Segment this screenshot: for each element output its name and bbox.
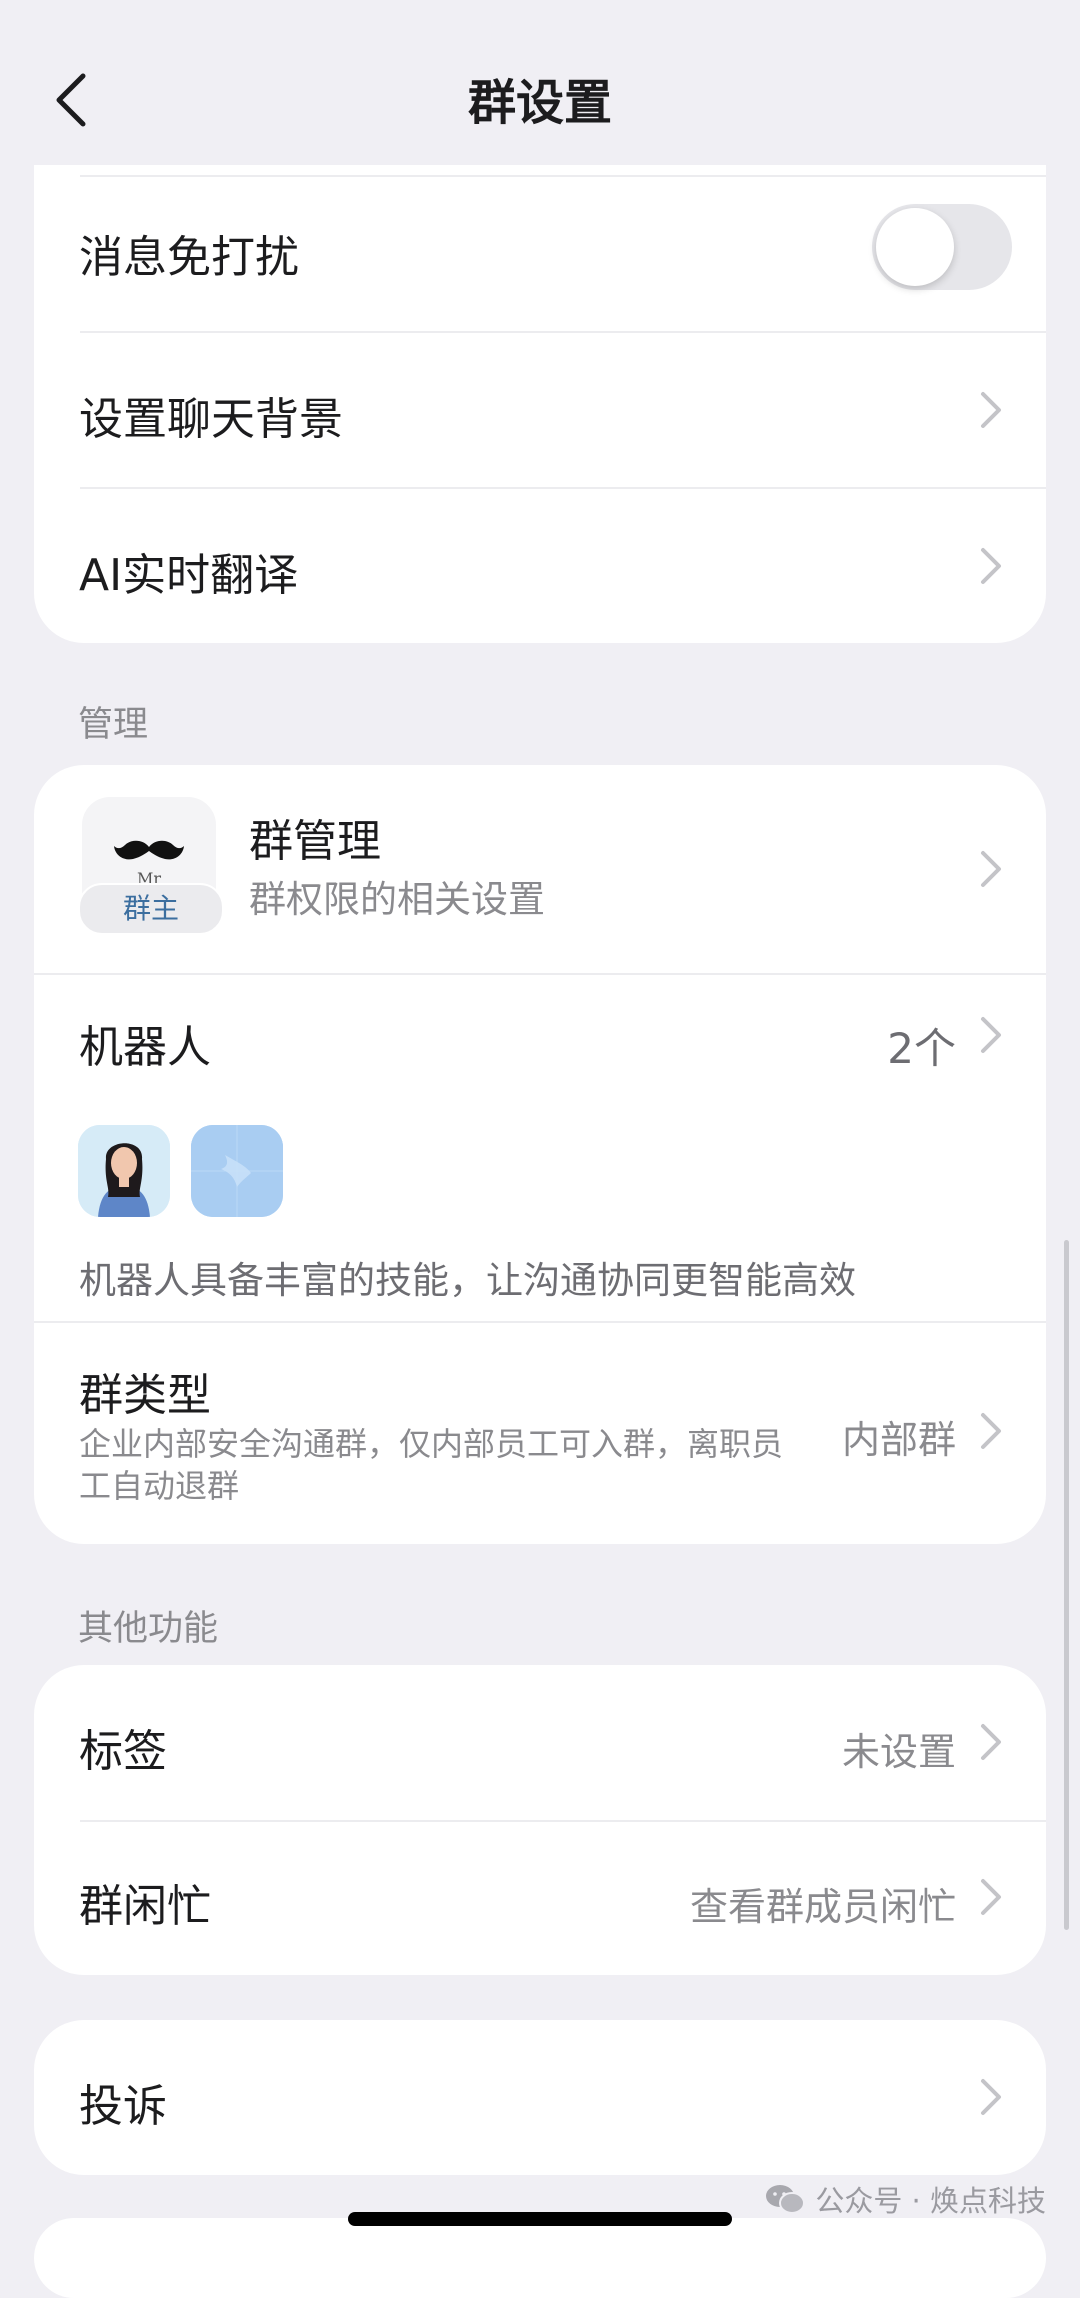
group-management-subtitle: 群权限的相关设置 [249,878,545,921]
chevron-right-icon [981,392,1001,428]
chevron-right-icon [981,1879,1001,1915]
page-title: 群设置 [467,75,612,131]
mustache-icon [114,840,184,860]
group-busy-label: 群闲忙 [79,1881,211,1932]
wechat-icon [766,2185,806,2214]
robots-label: 机器人 [79,1022,211,1073]
chevron-right-icon [981,548,1001,584]
scroll-indicator [1064,1240,1069,1930]
group-type-value: 内部群 [841,1418,956,1462]
group-type-row[interactable]: 群类型 企业内部安全沟通群，仅内部员工可入群，离职员工自动退群 内部群 [34,1323,1046,1544]
chat-background-label: 设置聊天背景 [79,394,343,445]
toggle-knob [876,208,954,286]
chevron-right-icon [981,1017,1001,1053]
robot-bird-avatar[interactable] [191,1125,283,1217]
report-row[interactable]: 投诉 [34,2020,1046,2175]
chevron-right-icon [981,2079,1001,2115]
chevron-right-icon [981,1724,1001,1760]
navigation-bar: 群设置 [0,0,1080,165]
report-card: 投诉 [34,2020,1046,2175]
chat-background-row[interactable]: 设置聊天背景 [34,333,1046,487]
chevron-right-icon [981,851,1001,887]
tags-label: 标签 [79,1726,167,1777]
mute-notifications-row: 消息免打扰 [34,177,1046,319]
watermark: 公众号 · 焕点科技 [765,2178,1046,2220]
other-section-title: 其他功能 [78,1609,219,1649]
chevron-right-icon [981,1413,1001,1449]
management-card: Mr 群主 群管理 群权限的相关设置 机器人 2个 机器人具备丰富的技能，让沟通… [34,765,1046,1544]
home-indicator[interactable] [348,2212,732,2226]
group-type-description: 企业内部安全沟通群，仅内部员工可入群，离职员工自动退群 [79,1425,784,1505]
mute-notifications-toggle[interactable] [872,204,1012,290]
ai-translate-label: AI实时翻译 [79,550,299,601]
owner-badge: 群主 [78,883,224,935]
other-features-card: 标签 未设置 群闲忙 查看群成员闲忙 [34,1665,1046,1975]
report-label: 投诉 [79,2081,167,2132]
robot-woman-image [78,1125,170,1217]
tags-value: 未设置 [841,1730,956,1774]
robot-woman-avatar[interactable] [78,1125,170,1217]
group-busy-row[interactable]: 群闲忙 查看群成员闲忙 [34,1822,1046,1975]
next-card-partial [34,2218,1046,2298]
group-type-label: 群类型 [79,1370,211,1421]
group-management-title: 群管理 [249,816,381,867]
management-section-title: 管理 [78,705,149,745]
tags-row[interactable]: 标签 未设置 [34,1665,1046,1820]
group-busy-value: 查看群成员闲忙 [689,1885,956,1929]
robots-count: 2个 [887,1024,956,1073]
watermark-text: 公众号 · 焕点科技 [815,2184,1046,2218]
robots-row[interactable]: 机器人 2个 [34,975,1046,1087]
robot-bird-image [191,1125,283,1217]
chat-settings-card: 消息免打扰 设置聊天背景 AI实时翻译 [34,165,1046,643]
robots-description: 机器人具备丰富的技能，让沟通协同更智能高效 [79,1259,856,1302]
group-management-row[interactable]: Mr 群主 群管理 群权限的相关设置 [34,765,1046,973]
mute-notifications-label: 消息免打扰 [79,232,299,283]
ai-translate-row[interactable]: AI实时翻译 [34,489,1046,643]
